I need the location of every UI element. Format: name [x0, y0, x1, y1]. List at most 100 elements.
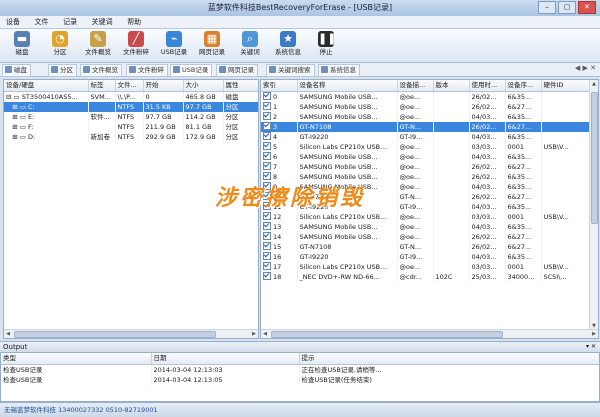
row-checkbox[interactable]: [263, 242, 271, 250]
scroll-up-icon[interactable]: ▲: [590, 80, 598, 88]
table-row[interactable]: 16 GT-I9220 GT-I9... 04/03... 6&35...: [261, 252, 590, 262]
table-row[interactable]: 17 Silicon Labs CP210x USB... @oe... 03/03.…: [261, 262, 590, 272]
row-checkbox[interactable]: [263, 262, 271, 270]
hscroll-thumb[interactable]: [14, 331, 216, 338]
usb-hscrollbar[interactable]: ◀ ▶: [261, 329, 598, 338]
tab-1[interactable]: 分区: [48, 64, 77, 77]
row-checkbox[interactable]: [263, 232, 271, 240]
row-checkbox[interactable]: [263, 102, 271, 110]
column-header[interactable]: 使用时...: [469, 80, 506, 92]
row-checkbox[interactable]: [263, 162, 271, 170]
column-header[interactable]: 硬件ID: [541, 80, 590, 92]
expand-icon[interactable]: ⊞: [6, 113, 20, 121]
column-header[interactable]: 类型: [1, 353, 152, 365]
row-checkbox[interactable]: [263, 172, 271, 180]
tab-scroll-arrows[interactable]: ◀ ▶ ✕: [575, 64, 596, 72]
table-row[interactable]: ⊞ ▭ C: NTFS 31.5 KB 97.7 GB 分区: [4, 102, 258, 112]
row-checkbox[interactable]: [263, 92, 271, 100]
cell-time: 03/03...: [469, 142, 506, 152]
hscroll-thumb[interactable]: [271, 331, 503, 338]
column-header[interactable]: 日期: [151, 353, 300, 365]
cell-serial: 6&27...: [505, 122, 542, 132]
scroll-right-icon[interactable]: ▶: [250, 330, 258, 338]
disk-hscrollbar[interactable]: ◀ ▶: [4, 329, 258, 338]
menu-keyword[interactable]: 关键词: [86, 16, 119, 28]
column-header[interactable]: 版本: [433, 80, 470, 92]
row-checkbox[interactable]: [263, 212, 271, 220]
expand-icon[interactable]: ⊞: [6, 123, 20, 131]
toolbar-button-4[interactable]: ⌁ USB记录: [156, 30, 192, 61]
column-header[interactable]: 索引: [261, 80, 298, 92]
toolbar-button-1[interactable]: ◔ 分区: [42, 30, 78, 61]
column-header[interactable]: 开始: [143, 80, 184, 92]
table-row[interactable]: 13 SAMSUNG Mobile USB... @oe... 04/03... 6&3…: [261, 222, 590, 232]
column-header[interactable]: 设备描...: [397, 80, 434, 92]
table-row[interactable]: 15 GT-N7108 GT-N... 26/02... 6&27...: [261, 242, 590, 252]
cell-date: 2014-03-04 12:13:05: [151, 375, 300, 385]
table-row[interactable]: ⊟ ▭ ST3500410AS5... SVM... \\.\P... 0 465.8 …: [4, 91, 258, 102]
scroll-left-icon[interactable]: ◀: [4, 330, 12, 338]
toolbar-button-0[interactable]: ▬ 磁盘: [4, 30, 40, 61]
row-checkbox[interactable]: [263, 222, 271, 230]
row-checkbox[interactable]: [263, 112, 271, 120]
column-header[interactable]: 提示: [299, 353, 599, 365]
cell-serial: 6&27...: [505, 162, 542, 172]
column-header[interactable]: 文件...: [115, 80, 144, 92]
output-pin-icon[interactable]: ▾ ✕: [586, 342, 596, 352]
tab-6[interactable]: 关键词搜索: [266, 64, 315, 77]
table-row[interactable]: 5 Silicon Labs CP210x USB... @oe... 03/03..…: [261, 142, 590, 152]
table-row[interactable]: 0 SAMSUNG Mobile USB... @oe... 26/02... 6&35…: [261, 91, 590, 102]
toolbar-button-8[interactable]: ❚❚ 停止: [308, 30, 344, 61]
menu-file[interactable]: 文件: [29, 16, 55, 28]
table-row[interactable]: ⊞ ▭ D: 新加卷 NTFS 292.9 GB 172.9 GB 分区: [4, 132, 258, 142]
table-row[interactable]: 14 SAMSUNG Mobile USB... @oe... 26/02... 6&2…: [261, 232, 590, 242]
row-checkbox[interactable]: [263, 122, 271, 130]
usb-vscrollbar[interactable]: ▲ ▼: [589, 80, 598, 330]
row-checkbox[interactable]: [263, 252, 271, 260]
table-row[interactable]: ⊞ ▭ F: NTFS 211.9 GB 81.1 GB 分区: [4, 122, 258, 132]
row-checkbox[interactable]: [263, 142, 271, 150]
column-header[interactable]: 标签: [88, 80, 116, 92]
minimize-button[interactable]: –: [538, 1, 556, 14]
table-row[interactable]: 6 SAMSUNG Mobile USB... @oe... 04/03... 6&35…: [261, 152, 590, 162]
table-row[interactable]: 12 Silicon Labs CP210x USB... @oe... 03/03.…: [261, 212, 590, 222]
menu-device[interactable]: 设备: [0, 16, 26, 28]
column-header[interactable]: 属性: [223, 80, 258, 92]
collapse-icon[interactable]: ⊟: [6, 93, 14, 101]
scroll-right-icon[interactable]: ▶: [590, 330, 598, 338]
column-header[interactable]: 设备名称: [297, 80, 398, 92]
table-row[interactable]: 1 SAMSUNG Mobile USB... @oe... 26/02... 6&27…: [261, 102, 590, 112]
column-header[interactable]: 大小: [183, 80, 224, 92]
table-row[interactable]: ⊞ ▭ E: 软件... NTFS 97.7 GB 114.2 GB 分区: [4, 112, 258, 122]
column-header[interactable]: 设备序...: [505, 80, 542, 92]
column-header[interactable]: 设备/硬盘: [4, 80, 89, 92]
toolbar-button-5[interactable]: ▦ 网页记录: [194, 30, 230, 61]
table-row[interactable]: 2 SAMSUNG Mobile USB... @oe... 04/03... 6&35…: [261, 112, 590, 122]
table-row[interactable]: 7 SAMSUNG Mobile USB... @oe... 26/02... 6&27…: [261, 162, 590, 172]
maximize-button[interactable]: ▢: [558, 1, 576, 14]
expand-icon[interactable]: ⊞: [6, 103, 20, 111]
tab-0[interactable]: 磁盘: [2, 64, 31, 77]
toolbar-button-7[interactable]: ★ 系统信息: [270, 30, 306, 61]
toolbar-button-2[interactable]: ✎ 文件概览: [80, 30, 116, 61]
row-checkbox[interactable]: [263, 272, 271, 280]
expand-icon[interactable]: ⊞: [6, 133, 20, 141]
cell-time: 26/02...: [469, 122, 506, 132]
table-row[interactable]: 3 GT-N7108 GT-N... 26/02... 6&27...: [261, 122, 590, 132]
row-checkbox[interactable]: [263, 152, 271, 160]
tab-7[interactable]: 系统信息: [318, 64, 360, 77]
toolbar-button-3[interactable]: ╱ 文件粉碎: [118, 30, 154, 61]
table-row[interactable]: 4 GT-I9220 GT-I9... 04/03... 6&35...: [261, 132, 590, 142]
menu-help[interactable]: 帮助: [121, 16, 147, 28]
toolbar-button-6[interactable]: ⌕ 关键词: [232, 30, 268, 61]
tab-3[interactable]: 文件粉碎: [126, 64, 168, 77]
row-checkbox[interactable]: [263, 132, 271, 140]
tab-2[interactable]: 文件概览: [80, 64, 122, 77]
scroll-left-icon[interactable]: ◀: [261, 330, 269, 338]
tab-5[interactable]: 网页记录: [216, 64, 258, 77]
tab-4[interactable]: USB记录: [170, 64, 213, 77]
menu-record[interactable]: 记录: [57, 16, 83, 28]
close-button[interactable]: ✕: [578, 1, 596, 14]
table-row[interactable]: 18 _NEC DVD+-RW ND-66... @cdr... 102C 25/03.…: [261, 272, 590, 282]
vscroll-thumb[interactable]: [591, 92, 598, 224]
